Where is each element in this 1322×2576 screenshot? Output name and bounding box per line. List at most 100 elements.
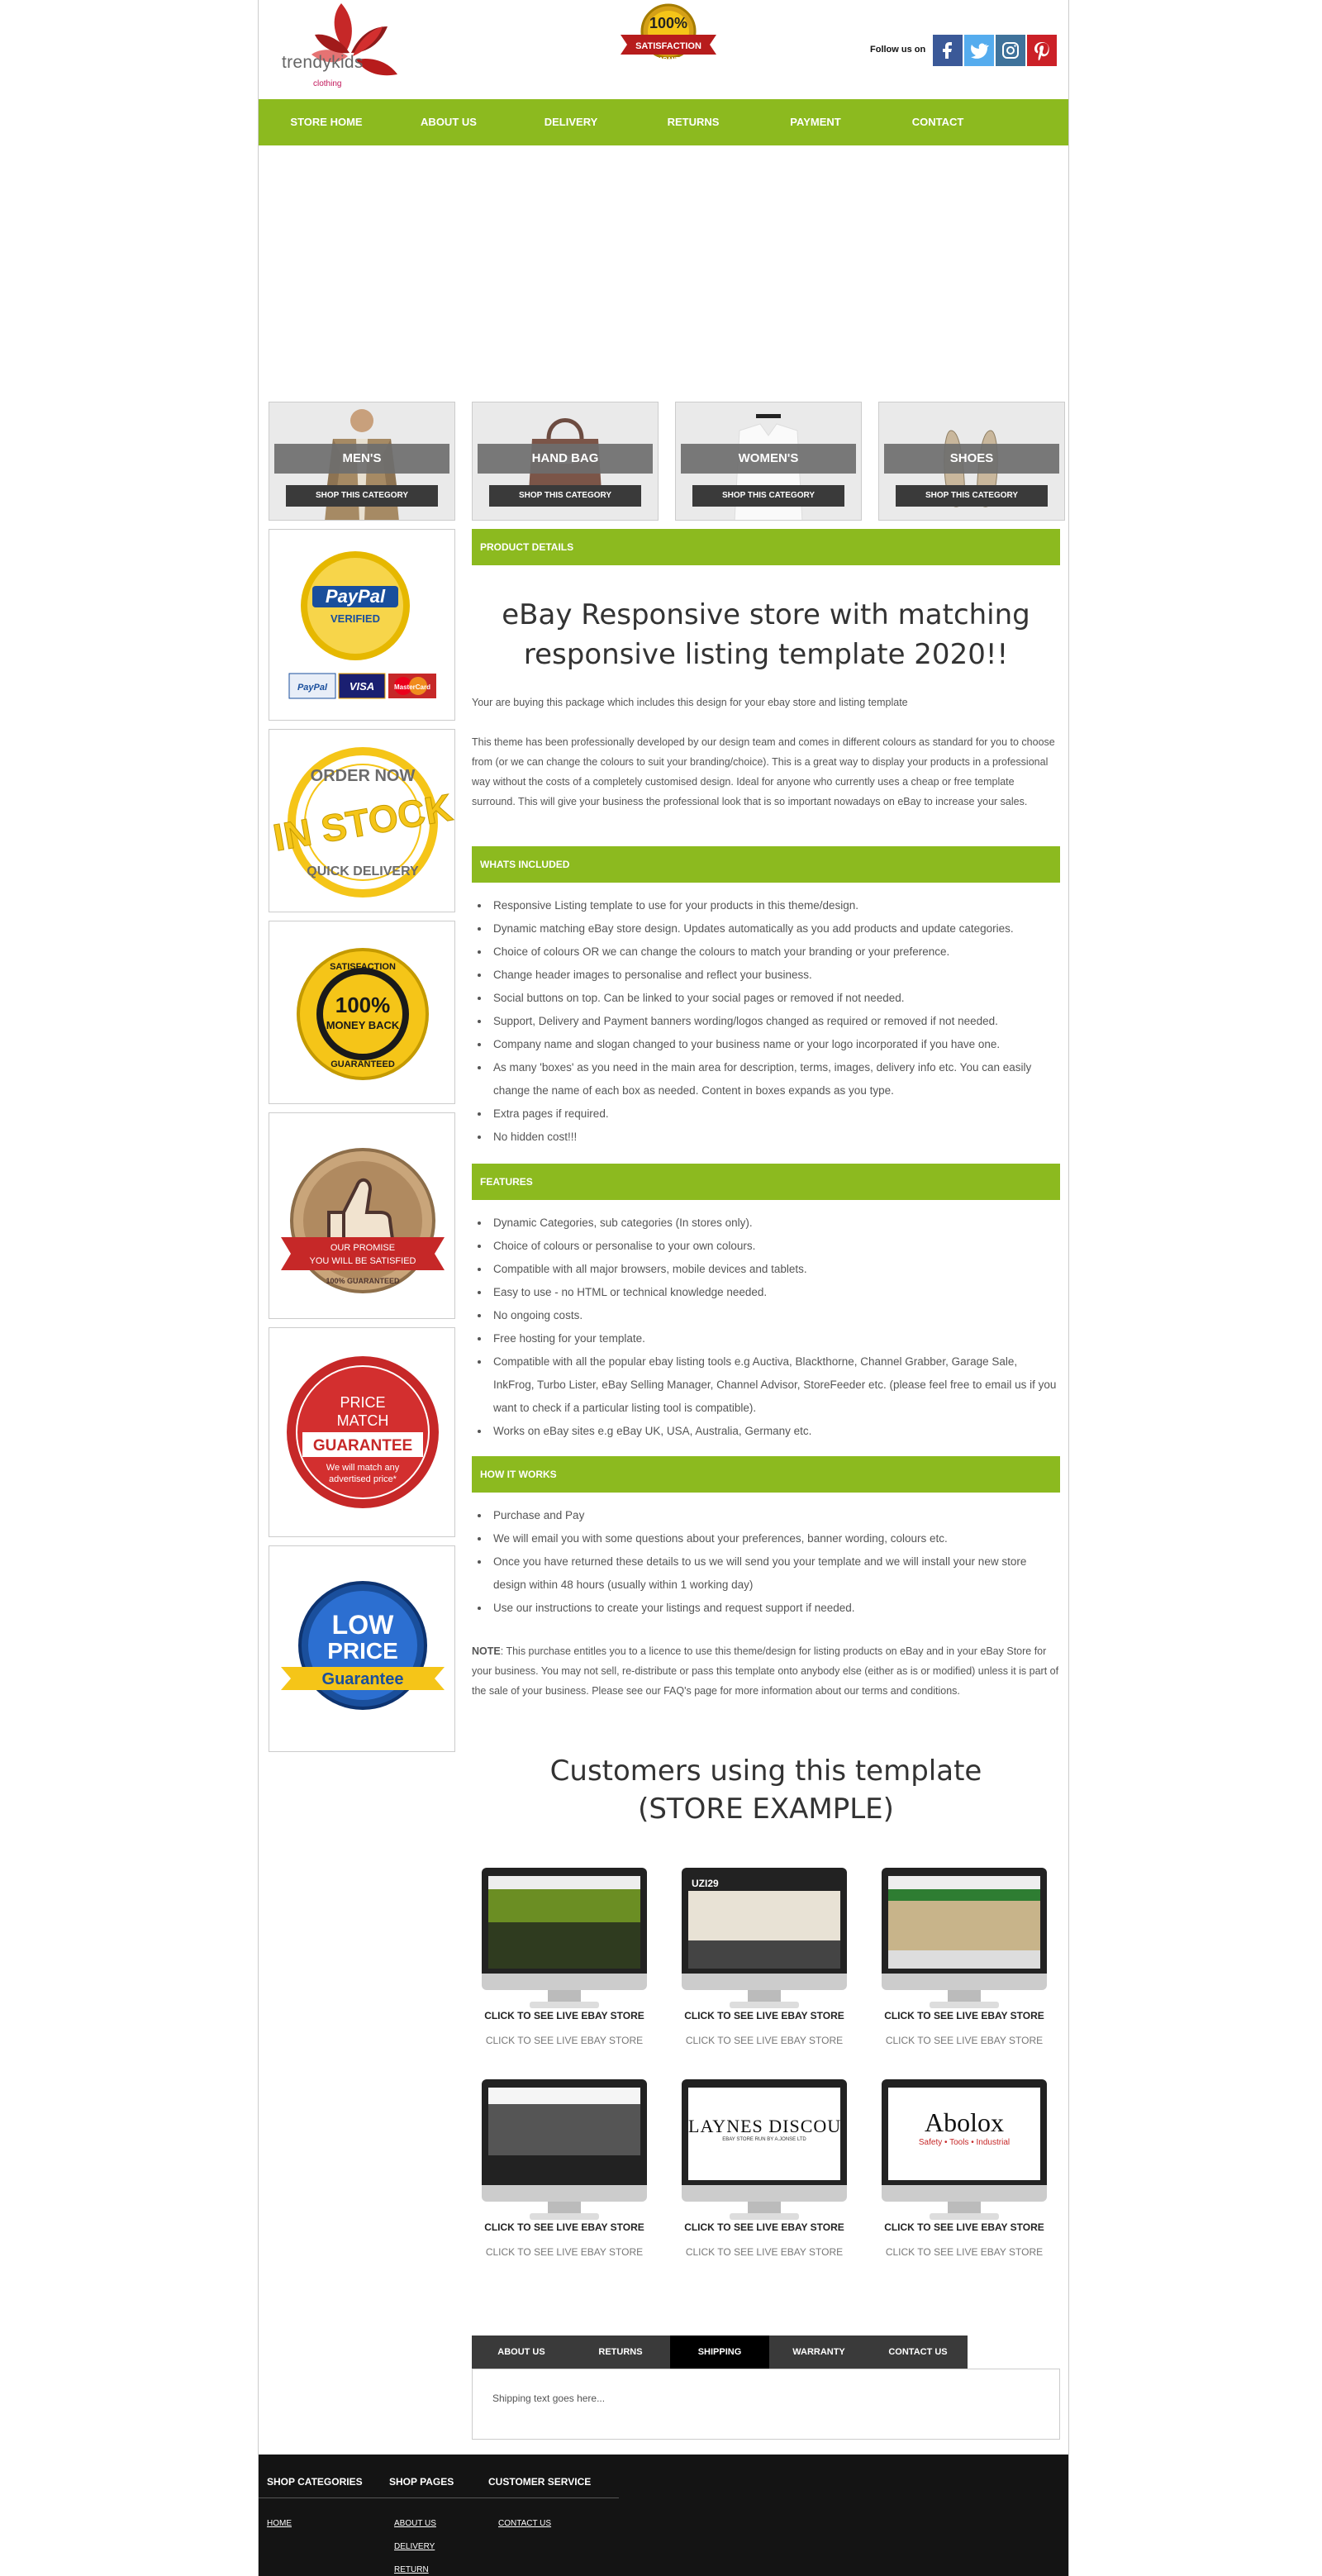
- list-item: Easy to use - no HTML or technical knowl…: [490, 1281, 1060, 1304]
- store-example-6[interactable]: Abolox Safety • Tools • Industrial: [882, 2079, 1047, 2221]
- category-mens[interactable]: MEN'S SHOP THIS CATEGORY: [269, 402, 455, 521]
- whats-included-bar: WHATS INCLUDED: [472, 846, 1060, 883]
- customers-title: Customers using this template (STORE EXA…: [472, 1752, 1060, 1828]
- svg-text:VERIFIED: VERIFIED: [330, 612, 380, 625]
- list-item: Works on eBay sites e.g eBay UK, USA, Au…: [490, 1420, 1060, 1443]
- note-body: : This purchase entitles you to a licenc…: [472, 1645, 1059, 1697]
- nav-about-us[interactable]: ABOUT US: [399, 99, 498, 145]
- store-link[interactable]: CLICK TO SEE LIVE EBAY STORE: [473, 2010, 655, 2021]
- store-example-4[interactable]: [482, 2079, 647, 2221]
- list-item: As many 'boxes' as you need in the main …: [490, 1056, 1060, 1102]
- list-item: Dynamic Categories, sub categories (In s…: [490, 1212, 1060, 1235]
- features-bar: FEATURES: [472, 1164, 1060, 1200]
- note-label: NOTE: [472, 1645, 501, 1657]
- footer-link-home[interactable]: HOME: [267, 2519, 292, 2528]
- nav-store-home[interactable]: STORE HOME: [277, 99, 376, 145]
- footer-heading-pages: SHOP PAGES: [389, 2476, 454, 2488]
- svg-text:We will match any: We will match any: [326, 1463, 400, 1473]
- nav-returns[interactable]: RETURNS: [644, 99, 743, 145]
- how-it-works-list: Purchase and Pay We will email you with …: [472, 1504, 1060, 1620]
- list-item: Use our instructions to create your list…: [490, 1597, 1060, 1620]
- store-link[interactable]: CLICK TO SEE LIVE EBAY STORE: [873, 2221, 1055, 2233]
- store-example-2[interactable]: UZI29: [682, 1868, 847, 2010]
- shop-category-button[interactable]: SHOP THIS CATEGORY: [286, 485, 438, 507]
- facebook-button[interactable]: [933, 35, 963, 66]
- store-link-secondary[interactable]: CLICK TO SEE LIVE EBAY STORE: [873, 2246, 1055, 2258]
- svg-text:PayPal: PayPal: [297, 683, 328, 693]
- twitter-icon: [971, 43, 989, 59]
- footer-divider: [259, 2497, 619, 2498]
- store-link-secondary[interactable]: CLICK TO SEE LIVE EBAY STORE: [473, 2246, 655, 2258]
- list-item: Compatible with all major browsers, mobi…: [490, 1258, 1060, 1281]
- svg-text:QUICK DELIVERY: QUICK DELIVERY: [307, 864, 419, 879]
- pinterest-button[interactable]: [1027, 35, 1057, 66]
- price-match-box: PRICE MATCH GUARANTEE We will match any …: [269, 1327, 455, 1537]
- follow-us-label: Follow us on: [870, 45, 926, 55]
- store-link-secondary[interactable]: CLICK TO SEE LIVE EBAY STORE: [873, 2035, 1055, 2046]
- tab-panel-shipping: Shipping text goes here...: [472, 2369, 1060, 2440]
- footer: SHOP CATEGORIES SHOP PAGES CUSTOMER SERV…: [259, 2455, 1068, 2576]
- store-link-secondary[interactable]: CLICK TO SEE LIVE EBAY STORE: [473, 2035, 655, 2046]
- footer-link-about-us[interactable]: ABOUT US: [394, 2519, 436, 2528]
- list-item: Responsive Listing template to use for y…: [490, 894, 1060, 917]
- footer-link-return[interactable]: RETURN: [394, 2565, 429, 2574]
- list-item: Dynamic matching eBay store design. Upda…: [490, 917, 1060, 940]
- included-list: Responsive Listing template to use for y…: [472, 894, 1060, 1149]
- svg-text:VISA: VISA: [350, 680, 374, 693]
- headline-line-2: responsive listing template 2020!!: [523, 638, 1009, 671]
- nav-payment[interactable]: PAYMENT: [766, 99, 865, 145]
- list-item: Free hosting for your template.: [490, 1327, 1060, 1350]
- tab-warranty[interactable]: WARRANTY: [769, 2336, 868, 2369]
- thumbs-up-guarantee-icon: OUR PROMISE YOU WILL BE SATISFIED 100% G…: [281, 1148, 445, 1293]
- nav-delivery[interactable]: DELIVERY: [521, 99, 621, 145]
- paypal-verified-icon: PayPal VERIFIED PayPal VISA MasterCard: [288, 551, 436, 699]
- category-hand-bag[interactable]: HAND BAG SHOP THIS CATEGORY: [472, 402, 659, 521]
- shop-category-button[interactable]: SHOP THIS CATEGORY: [692, 485, 844, 507]
- svg-text:PRICE: PRICE: [340, 1394, 385, 1411]
- category-label: WOMEN'S: [681, 444, 856, 474]
- svg-text:PRICE: PRICE: [327, 1638, 398, 1664]
- svg-text:Guarantee: Guarantee: [322, 1670, 404, 1688]
- svg-text:GUARANTEE: GUARANTEE: [313, 1437, 412, 1455]
- footer-link-contact-us[interactable]: CONTACT US: [498, 2519, 551, 2528]
- store-example-5[interactable]: LAYNES DISCOUN EBAY STORE RUN BY A.JONSE…: [682, 2079, 847, 2221]
- svg-text:SATISFACTION: SATISFACTION: [635, 41, 701, 51]
- store-link[interactable]: CLICK TO SEE LIVE EBAY STORE: [473, 2221, 655, 2233]
- store-example-1[interactable]: [482, 1868, 647, 2010]
- store-link[interactable]: CLICK TO SEE LIVE EBAY STORE: [873, 2010, 1055, 2021]
- tab-about-us[interactable]: ABOUT US: [472, 2336, 571, 2369]
- tab-returns[interactable]: RETURNS: [571, 2336, 670, 2369]
- paypal-verified-box: PayPal VERIFIED PayPal VISA MasterCard: [269, 529, 455, 721]
- nav-contact[interactable]: CONTACT: [888, 99, 987, 145]
- headline-line-1: eBay Responsive store with matching: [502, 598, 1030, 631]
- list-item: Support, Delivery and Payment banners wo…: [490, 1010, 1060, 1033]
- svg-text:OUR PROMISE: OUR PROMISE: [330, 1243, 395, 1253]
- tab-contact-us[interactable]: CONTACT US: [868, 2336, 968, 2369]
- list-item: No hidden cost!!!: [490, 1126, 1060, 1149]
- promise-box: OUR PROMISE YOU WILL BE SATISFIED 100% G…: [269, 1112, 455, 1319]
- store-link[interactable]: CLICK TO SEE LIVE EBAY STORE: [673, 2010, 855, 2021]
- product-details-bar: PRODUCT DETAILS: [472, 529, 1060, 565]
- money-back-box: SATISFACTION 100% MONEY BACK GUARANTEED: [269, 921, 455, 1104]
- store-screen-text: Abolox: [925, 2107, 1004, 2137]
- shop-category-button[interactable]: SHOP THIS CATEGORY: [489, 485, 641, 507]
- twitter-button[interactable]: [964, 35, 994, 66]
- price-match-guarantee-icon: PRICE MATCH GUARANTEE We will match any …: [287, 1356, 439, 1508]
- note-text: NOTE: This purchase entitles you to a li…: [472, 1641, 1060, 1701]
- category-womens[interactable]: WOMEN'S SHOP THIS CATEGORY: [675, 402, 862, 521]
- list-item: Social buttons on top. Can be linked to …: [490, 987, 1060, 1010]
- store-example-3[interactable]: [882, 1868, 1047, 2010]
- category-shoes[interactable]: SHOES SHOP THIS CATEGORY: [878, 402, 1065, 521]
- list-item: Compatible with all the popular ebay lis…: [490, 1350, 1060, 1420]
- store-screen-text: LAYNES DISCOUN: [688, 2116, 840, 2136]
- store-link-secondary[interactable]: CLICK TO SEE LIVE EBAY STORE: [673, 2246, 855, 2258]
- store-link-secondary[interactable]: CLICK TO SEE LIVE EBAY STORE: [673, 2035, 855, 2046]
- tab-shipping[interactable]: SHIPPING: [670, 2336, 769, 2369]
- shop-category-button[interactable]: SHOP THIS CATEGORY: [896, 485, 1048, 507]
- store-link[interactable]: CLICK TO SEE LIVE EBAY STORE: [673, 2221, 855, 2233]
- list-item: No ongoing costs.: [490, 1304, 1060, 1327]
- footer-link-delivery[interactable]: DELIVERY: [394, 2542, 435, 2551]
- how-it-works-bar: HOW IT WORKS: [472, 1456, 1060, 1493]
- pinterest-icon: [1034, 42, 1049, 60]
- instagram-button[interactable]: [996, 35, 1025, 66]
